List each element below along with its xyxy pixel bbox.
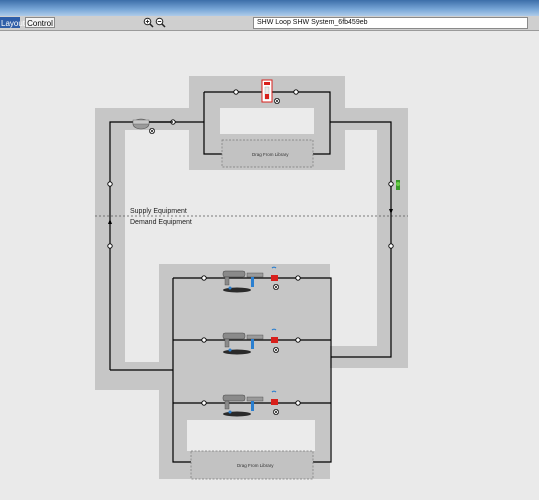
tab-layout[interactable]: Layout [0, 17, 25, 28]
supply-equipment-label: Supply Equipment [130, 208, 187, 215]
window-title-bar [0, 0, 539, 16]
tab-control[interactable]: Control [25, 17, 55, 28]
demand-equipment-label: Demand Equipment [130, 219, 192, 226]
toolbar: Layout Control SHW Loop SHW System_6fb45… [0, 16, 539, 31]
zoom-out-icon[interactable] [155, 17, 166, 28]
water-heater-icon[interactable] [261, 79, 273, 103]
setpoint-manager-icon[interactable] [396, 180, 400, 190]
zoom-in-icon[interactable] [143, 17, 154, 28]
loop-diagram: Supply Equipment Demand Equipment Drag F… [95, 76, 408, 480]
loop-name-field[interactable]: SHW Loop SHW System_6fb459eb [253, 17, 528, 29]
supply-drop-label: Drag From Library [252, 152, 289, 157]
demand-drop-label: Drag From Library [237, 463, 274, 468]
